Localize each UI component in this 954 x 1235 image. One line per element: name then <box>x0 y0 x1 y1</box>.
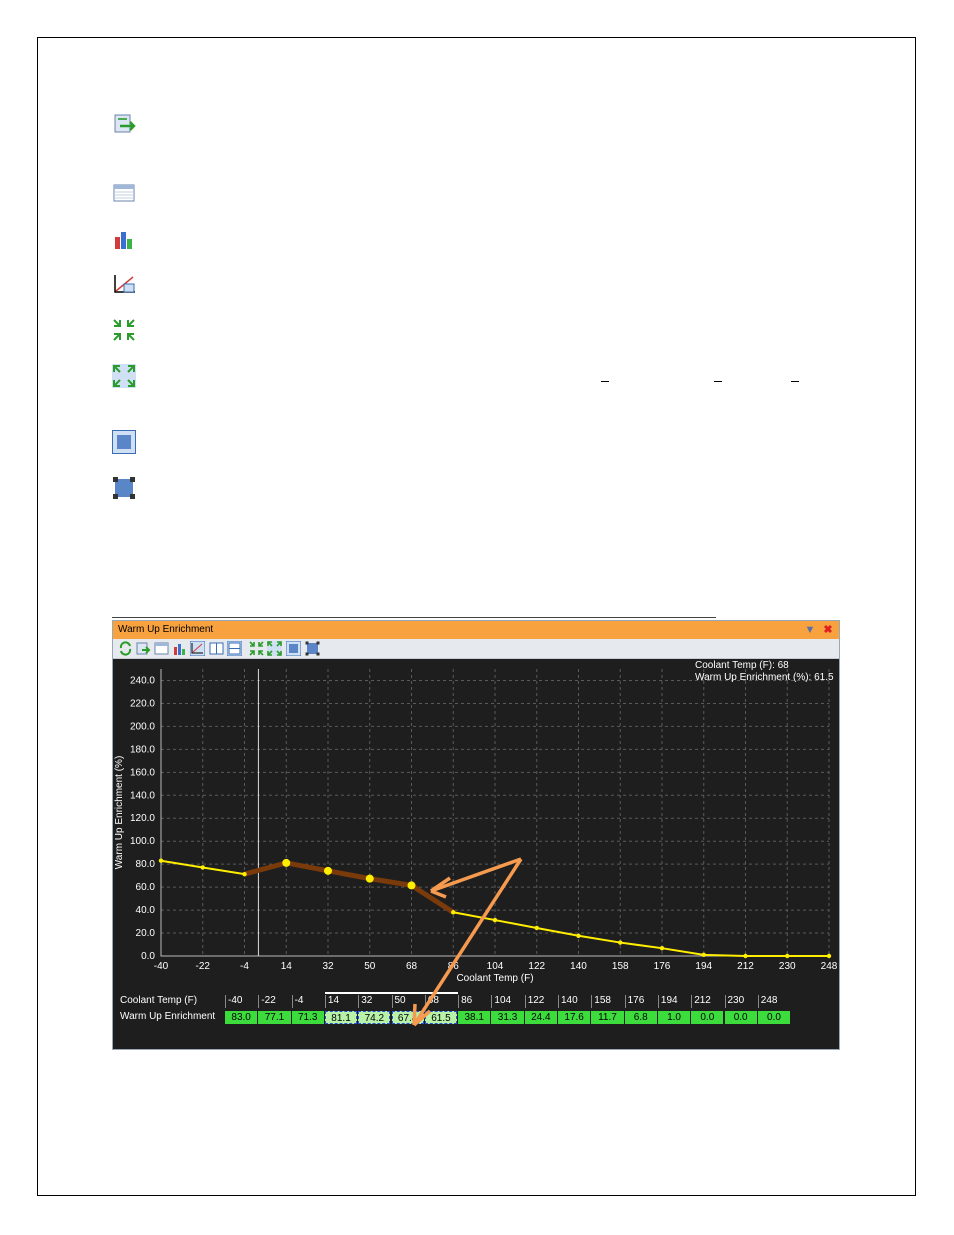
arrow-to-chart <box>430 857 522 893</box>
arrow-to-table <box>412 858 523 1026</box>
annotation-arrows <box>412 857 523 1027</box>
